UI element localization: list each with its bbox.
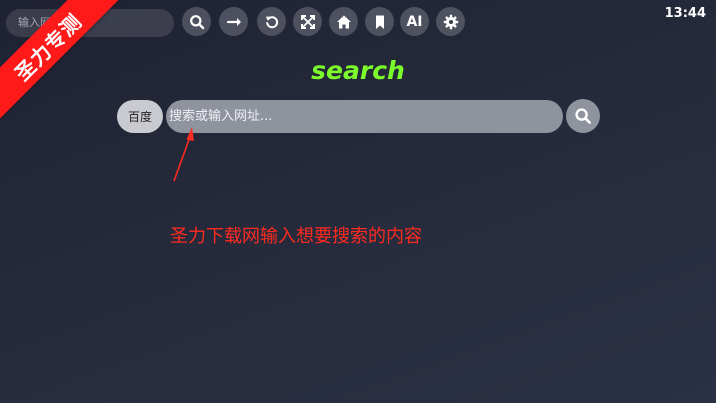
arrow-right-icon	[226, 17, 241, 26]
ai-icon: AI	[406, 13, 423, 30]
bookmark-icon	[375, 15, 384, 29]
fullscreen-icon	[300, 14, 315, 29]
search-input[interactable]: 搜索或输入网址...	[166, 100, 563, 133]
search-icon	[575, 108, 591, 124]
home-icon	[336, 15, 351, 28]
status-time: 13:44	[664, 6, 706, 21]
settings-button[interactable]	[436, 7, 465, 36]
annotation-text: 圣力下载网输入想要搜索的内容	[170, 226, 422, 247]
settings-icon	[443, 14, 458, 29]
fullscreen-button[interactable]	[293, 7, 322, 36]
bookmark-button[interactable]	[365, 7, 394, 36]
ai-button[interactable]: AI	[400, 7, 429, 36]
search-submit-button[interactable]	[566, 99, 600, 133]
reload-button[interactable]	[257, 7, 286, 36]
search-icon	[189, 14, 204, 29]
search-button[interactable]	[182, 7, 211, 36]
reload-icon	[265, 15, 278, 28]
search-engine-selector[interactable]: 百度	[117, 100, 163, 133]
home-button[interactable]	[329, 7, 358, 36]
search-brand-title: search	[311, 56, 405, 85]
forward-button[interactable]	[219, 7, 248, 36]
